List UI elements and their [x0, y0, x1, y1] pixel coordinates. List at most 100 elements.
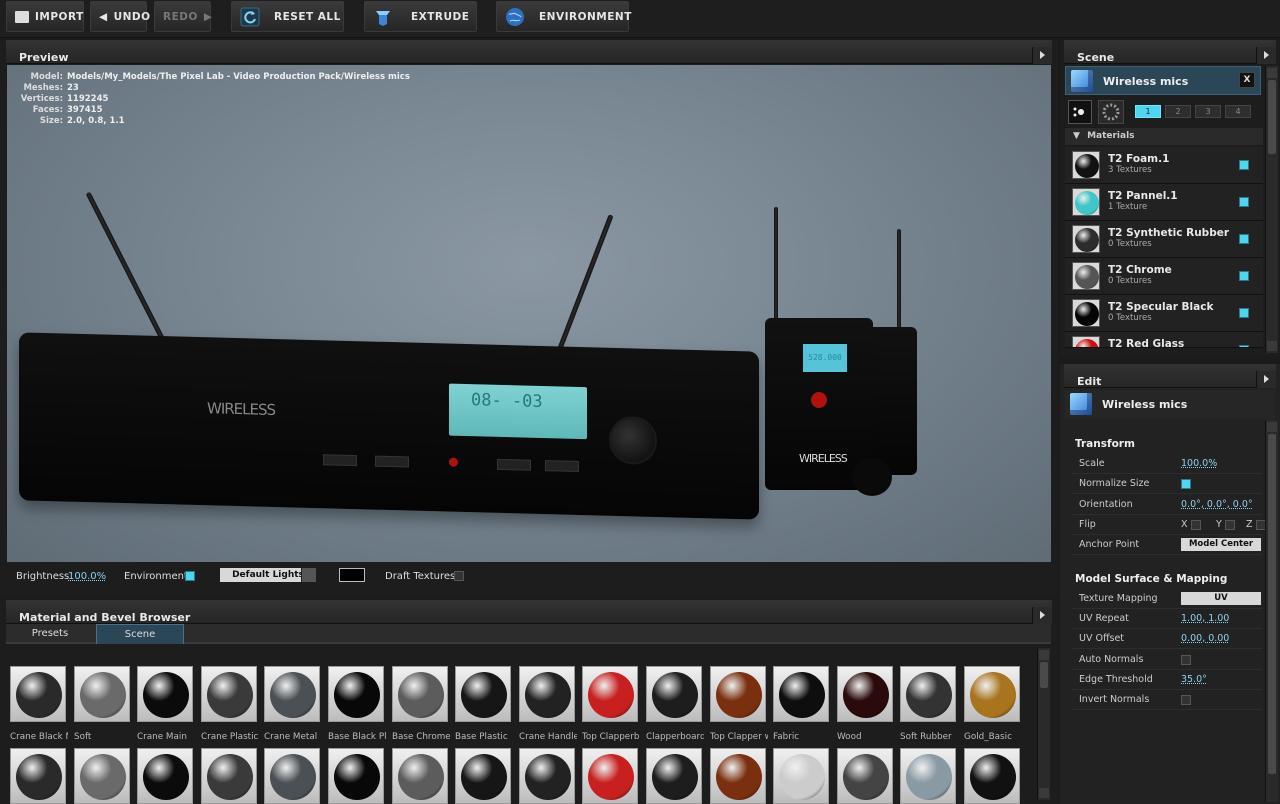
reset-all-button[interactable]: RESET ALL [231, 1, 344, 32]
scene-object-row[interactable]: Wireless mics X [1065, 66, 1261, 95]
scroll-up-icon[interactable] [1267, 422, 1277, 432]
receiver-model: WIRELESS 08- -03 [19, 332, 759, 520]
material-preset[interactable]: Crane Handle [519, 666, 579, 742]
material-preset[interactable]: Crane Metal [264, 666, 324, 742]
material-preset[interactable]: Base Black Pla [328, 666, 388, 742]
close-object-button[interactable]: X [1239, 72, 1255, 88]
preview-expand-arrow-icon[interactable] [1032, 47, 1052, 64]
material-preset[interactable] [582, 748, 642, 804]
redo-button[interactable]: REDO ▶ [154, 1, 212, 32]
material-preset[interactable]: Soft Rubber [900, 666, 960, 742]
undo-button[interactable]: ◀ UNDO [90, 1, 150, 32]
uv-offset-value[interactable]: 0.00, 0.00 [1181, 633, 1229, 644]
layer-tab-3[interactable]: 3 [1195, 105, 1221, 118]
edit-scrollbar[interactable] [1265, 420, 1278, 802]
layer-tab-4[interactable]: 4 [1225, 105, 1251, 118]
material-preset[interactable]: Crane Black M [10, 666, 70, 742]
material-preset[interactable] [519, 748, 579, 804]
auto-normals-checkbox[interactable] [1181, 654, 1191, 665]
scene-material-item[interactable]: T2 Chrome 0 Textures [1065, 258, 1263, 295]
material-preset[interactable]: Crane Plastic [201, 666, 261, 742]
material-preset[interactable] [10, 748, 70, 804]
material-preset[interactable] [137, 748, 197, 804]
material-preset[interactable]: Fabric [773, 666, 833, 742]
material-preset[interactable]: Wood [837, 666, 897, 742]
texture-mapping-dropdown[interactable]: UV [1181, 592, 1261, 605]
material-preset[interactable] [264, 748, 324, 804]
extrude-button[interactable]: EXTRUDE [364, 1, 477, 32]
browser-scrollbar[interactable] [1037, 648, 1050, 800]
material-name: T2 Foam.1 [1108, 153, 1170, 165]
material-preset[interactable] [392, 748, 452, 804]
scene-graph-mode-icon[interactable] [1068, 100, 1092, 124]
scene-material-item[interactable]: T2 Red Glass [1065, 332, 1263, 348]
edge-threshold-value[interactable]: 35.0° [1181, 674, 1207, 685]
tab-scene[interactable]: Scene [96, 624, 184, 644]
scroll-up-icon[interactable] [1039, 650, 1049, 660]
edit-expand-arrow-icon[interactable] [1256, 371, 1276, 388]
tab-presets[interactable]: Presets [6, 624, 94, 644]
material-visible-checkbox[interactable] [1239, 345, 1249, 347]
background-color-swatch[interactable] [339, 568, 365, 582]
flip-y[interactable]: Y [1216, 519, 1235, 530]
scale-value[interactable]: 100.0% [1181, 458, 1217, 469]
browser-expand-arrow-icon[interactable] [1032, 607, 1052, 624]
uv-repeat-value[interactable]: 1.00, 1.00 [1181, 613, 1229, 624]
material-preset[interactable]: Base Plastic [455, 666, 515, 742]
layer-tab-1[interactable]: 1 [1135, 105, 1161, 118]
flip-z[interactable]: Z [1246, 519, 1266, 530]
import-button[interactable]: IMPORT [6, 1, 84, 32]
material-preset[interactable] [328, 748, 388, 804]
material-preset[interactable] [900, 748, 960, 804]
material-preset[interactable] [773, 748, 833, 804]
material-preset[interactable] [74, 748, 134, 804]
environment-button[interactable]: ENVIRONMENT [496, 1, 631, 32]
draft-textures-checkbox[interactable] [454, 571, 464, 582]
material-visible-checkbox[interactable] [1239, 160, 1249, 170]
brightness-value[interactable]: 100.0% [68, 571, 106, 582]
scene-material-item[interactable]: T2 Foam.1 3 Textures [1065, 147, 1263, 184]
scroll-up-icon[interactable] [1267, 68, 1277, 78]
material-preset[interactable] [837, 748, 897, 804]
anchor-point-dropdown[interactable]: Model Center [1181, 538, 1261, 551]
material-preset[interactable] [710, 748, 770, 804]
lights-dropdown[interactable]: Default Lights [220, 568, 316, 582]
material-preset[interactable]: Top Clapper w [710, 666, 770, 742]
scroll-down-icon[interactable] [1039, 788, 1049, 798]
orientation-value[interactable]: 0.0°, 0.0°, 0.0° [1181, 499, 1253, 510]
scroll-thumb[interactable] [1268, 80, 1276, 154]
normalize-size-checkbox[interactable] [1181, 478, 1191, 489]
material-sphere-icon [270, 754, 316, 800]
flip-x[interactable]: X [1181, 519, 1201, 530]
environment-checkbox[interactable] [185, 571, 195, 582]
layer-tab-2[interactable]: 2 [1165, 105, 1191, 118]
material-preset[interactable] [455, 748, 515, 804]
scene-expand-arrow-icon[interactable] [1256, 47, 1276, 64]
scroll-thumb[interactable] [1268, 434, 1276, 774]
scroll-down-icon[interactable] [1267, 341, 1277, 351]
material-preset[interactable] [201, 748, 261, 804]
material-preset[interactable]: Base Chrome [392, 666, 452, 742]
scroll-thumb[interactable] [1040, 662, 1048, 688]
material-visible-checkbox[interactable] [1239, 271, 1249, 281]
material-preset[interactable] [646, 748, 706, 804]
scene-material-item[interactable]: T2 Synthetic Rubber 0 Textures [1065, 221, 1263, 258]
scene-material-item[interactable]: T2 Pannel.1 1 Texture [1065, 184, 1263, 221]
scene-scrollbar[interactable] [1265, 66, 1278, 353]
invert-normals-checkbox[interactable] [1181, 694, 1191, 705]
scene-material-item[interactable]: T2 Specular Black 0 Textures [1065, 295, 1263, 332]
material-visible-checkbox[interactable] [1239, 197, 1249, 207]
checkbox-unchecked-icon [1224, 519, 1235, 530]
material-preset[interactable]: Soft [74, 666, 134, 742]
material-preset[interactable]: Crane Main [137, 666, 197, 742]
material-preset[interactable]: Gold_Basic [964, 666, 1024, 742]
app-window: IMPORT ◀ UNDO REDO ▶ RESET ALL EXTRUDE E… [0, 0, 1280, 804]
lights-mode-icon[interactable] [1098, 100, 1124, 124]
material-visible-checkbox[interactable] [1239, 308, 1249, 318]
material-preset[interactable]: Clapperboard [646, 666, 706, 742]
materials-section-header[interactable]: ▼ Materials [1065, 128, 1263, 145]
material-visible-checkbox[interactable] [1239, 234, 1249, 244]
material-preset[interactable] [964, 748, 1024, 804]
material-preset[interactable]: Top Clapperb [582, 666, 642, 742]
3d-viewport[interactable]: Model: Models/My_Models/The Pixel Lab - V… [7, 65, 1051, 562]
